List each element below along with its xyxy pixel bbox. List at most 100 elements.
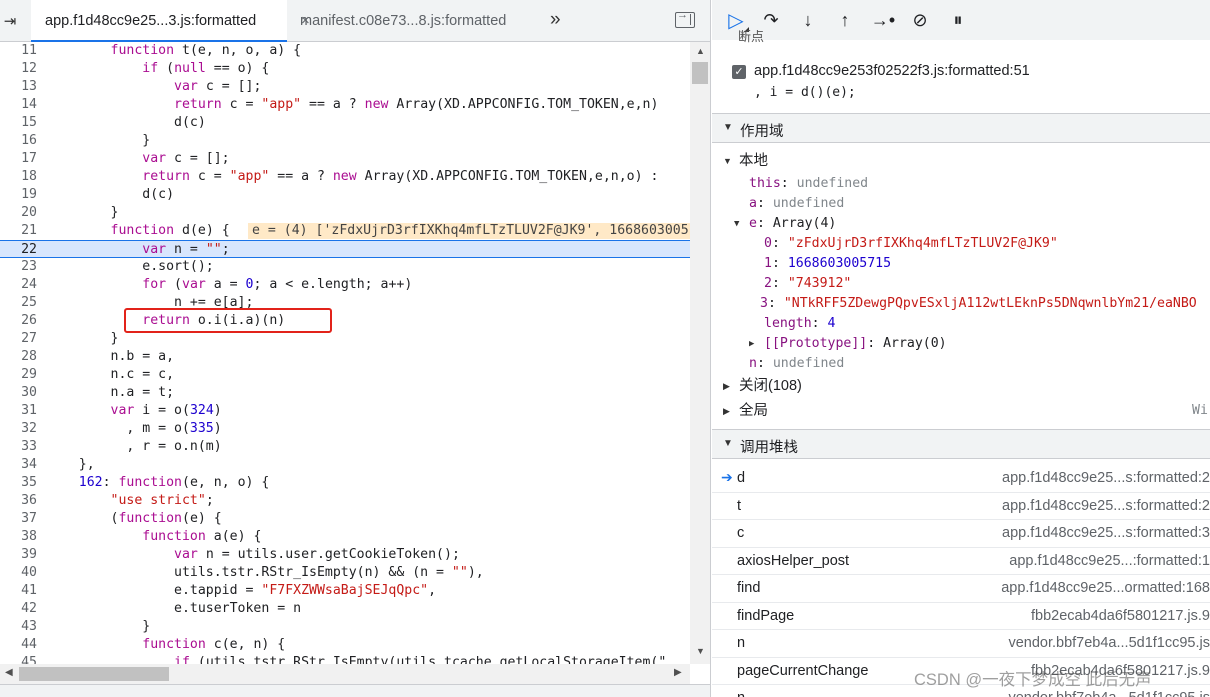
array-item[interactable]: 3: "NTkRFF5ZDewgPQpvESxljA112wtLEknPs5DN… [760,294,1197,314]
line-number[interactable]: 43 [0,618,37,636]
code-line[interactable]: 29 n.c = c, [0,366,690,384]
call-stack-header[interactable]: ▼ 调用堆栈 [712,429,1210,459]
code-line[interactable]: 18 return c = "app" == a ? new Array(XD.… [0,168,690,186]
call-frame[interactable]: c app.f1d48cc9e25...s:formatted:3 [712,520,1210,548]
code-line[interactable]: 33 , r = o.n(m) [0,438,690,456]
breakpoint-checkbox[interactable]: ✓ [732,65,746,79]
array-item[interactable]: 0: "zFdxUjrD3rfIXKhq4mfLTzTLUV2F@JK9" [764,234,1058,254]
line-number[interactable]: 28 [0,348,37,366]
line-number[interactable]: 11 [0,42,37,60]
line-number[interactable]: 33 [0,438,37,456]
pause-on-exceptions-icon[interactable]: ⏸ [945,8,971,32]
scope-global[interactable]: ▶ 全局 Wi [712,401,1210,421]
line-number[interactable]: 19 [0,186,37,204]
line-number[interactable]: 36 [0,492,37,510]
current-execution-line[interactable]: 22 var n = ""; [0,240,690,258]
line-number[interactable]: 23 [0,258,37,276]
code-line[interactable]: 17 var c = []; [0,150,690,168]
call-frame-location[interactable]: app.f1d48cc9e25...s:formatted:3 [930,525,1210,541]
code-line[interactable]: 25 n += e[a]; [0,294,690,312]
code-line[interactable]: 40 utils.tstr.RStr_IsEmpty(n) && (n = ""… [0,564,690,582]
code-line[interactable]: 13 var c = []; [0,78,690,96]
call-frame-location[interactable]: app.f1d48cc9e25...:formatted:1 [930,553,1210,569]
code-line[interactable]: 39 var n = utils.user.getCookieToken(); [0,546,690,564]
line-number[interactable]: 37 [0,510,37,528]
array-length[interactable]: length: 4 [764,314,835,334]
code-line[interactable]: 38 function a(e) { [0,528,690,546]
call-frame[interactable]: find app.f1d48cc9e25...ormatted:168 [712,575,1210,603]
line-number[interactable]: 24 [0,276,37,294]
line-number[interactable]: 15 [0,114,37,132]
scope-var-this[interactable]: this: undefined [749,174,868,194]
breakpoint-item[interactable]: ✓ app.f1d48cc9e253f02522f3.js:formatted:… [712,62,1210,82]
code-line[interactable]: 24 for (var a = 0; a < e.length; a++) [0,276,690,294]
line-number[interactable]: 20 [0,204,37,222]
call-frame[interactable]: axiosHelper_post app.f1d48cc9e25...:forma… [712,548,1210,575]
scroll-right-icon[interactable]: ▶ [674,667,682,678]
vertical-scrollbar[interactable]: ▲ ▼ [690,42,710,664]
array-prototype[interactable]: ▶ [[Prototype]]: Array(0) [712,334,1210,354]
code-line[interactable]: 34 }, [0,456,690,474]
call-frame[interactable]: t app.f1d48cc9e25...s:formatted:2 [712,493,1210,520]
scope-var-e[interactable]: ▼ e: Array(4) [712,214,1210,234]
code-line[interactable]: 27 } [0,330,690,348]
call-frame-location[interactable]: app.f1d48cc9e25...s:formatted:2 [930,470,1210,486]
line-number[interactable]: 22 [0,241,37,259]
breakpoints-header[interactable]: 断点 [712,30,1210,46]
code-line[interactable]: 11 function t(e, n, o, a) { [0,42,690,60]
code-line[interactable]: 43 } [0,618,690,636]
line-number[interactable]: 21 [0,222,37,240]
line-number[interactable]: 27 [0,330,37,348]
scroll-left-icon[interactable]: ◀ [5,667,13,678]
code-line[interactable]: 21 function d(e) {e = (4) ['zFdxUjrD3rfI… [0,222,690,240]
scroll-up-icon[interactable]: ▲ [696,46,705,56]
line-number[interactable]: 26 [0,312,37,330]
scroll-down-icon[interactable]: ▼ [696,646,705,656]
call-frame-location[interactable]: 9.fbb2ecab4da6f5801217.js [930,608,1210,624]
call-frame[interactable]: n vendor.bbf7eb4a...5d1f1cc95.js [712,630,1210,658]
code-line[interactable]: 32 , m = o(335) [0,420,690,438]
step-icon[interactable]: →• [870,8,896,32]
code-line[interactable]: 23 e.sort(); [0,258,690,276]
line-number[interactable]: 18 [0,168,37,186]
line-number[interactable]: 42 [0,600,37,618]
navigator-toggle-icon[interactable]: ⇥ [0,8,20,34]
line-number[interactable]: 12 [0,60,37,78]
line-number[interactable]: 35 [0,474,37,492]
code-line[interactable]: 45 if (utils.tstr.RStr_IsEmpty(utils.tca… [0,654,690,664]
step-out-icon[interactable]: ↑ [832,8,858,32]
code-line[interactable]: 30 n.a = t; [0,384,690,402]
line-number[interactable]: 30 [0,384,37,402]
code-line[interactable]: 42 e.tuserToken = n [0,600,690,618]
line-number[interactable]: 13 [0,78,37,96]
scrollbar-thumb[interactable] [19,667,169,681]
line-number[interactable]: 25 [0,294,37,312]
call-frame-location[interactable]: app.f1d48cc9e25...s:formatted:2 [930,498,1210,514]
line-number[interactable]: 39 [0,546,37,564]
code-line[interactable]: 16 } [0,132,690,150]
call-frame-location[interactable]: vendor.bbf7eb4a...5d1f1cc95.js [930,690,1210,697]
line-number[interactable]: 34 [0,456,37,474]
code-view[interactable]: 11 function t(e, n, o, a) {12 if (null =… [0,42,690,664]
breakpoint-location[interactable]: app.f1d48cc9e253f02522f3.js:formatted:51 [754,63,1030,79]
line-number[interactable]: 32 [0,420,37,438]
scope-var-a[interactable]: a: undefined [749,194,844,214]
line-number[interactable]: 38 [0,528,37,546]
line-number[interactable]: 29 [0,366,37,384]
line-number[interactable]: 31 [0,402,37,420]
call-frame[interactable]: ➔ d app.f1d48cc9e25...s:formatted:2 [712,465,1210,493]
code-line[interactable]: 20 } [0,204,690,222]
code-line[interactable]: 31 var i = o(324) [0,402,690,420]
code-line[interactable]: 41 e.tappid = "F7FXZWWsaBajSEJqQpc", [0,582,690,600]
call-frame-location[interactable]: app.f1d48cc9e25...ormatted:168 [930,580,1210,596]
code-line[interactable]: 28 n.b = a, [0,348,690,366]
array-item[interactable]: 2: "743912" [764,274,851,294]
call-frame[interactable]: findPage 9.fbb2ecab4da6f5801217.js [712,603,1210,630]
scope-var-n[interactable]: n: undefined [749,354,844,374]
code-line[interactable]: 35 162: function(e, n, o) { [0,474,690,492]
code-line[interactable]: 19 d(c) [0,186,690,204]
resume-icon[interactable]: ▷ [723,8,749,32]
scrollbar-thumb[interactable] [692,62,708,84]
scope-header[interactable]: ▼ 作用域 [712,113,1210,143]
line-number[interactable]: 16 [0,132,37,150]
